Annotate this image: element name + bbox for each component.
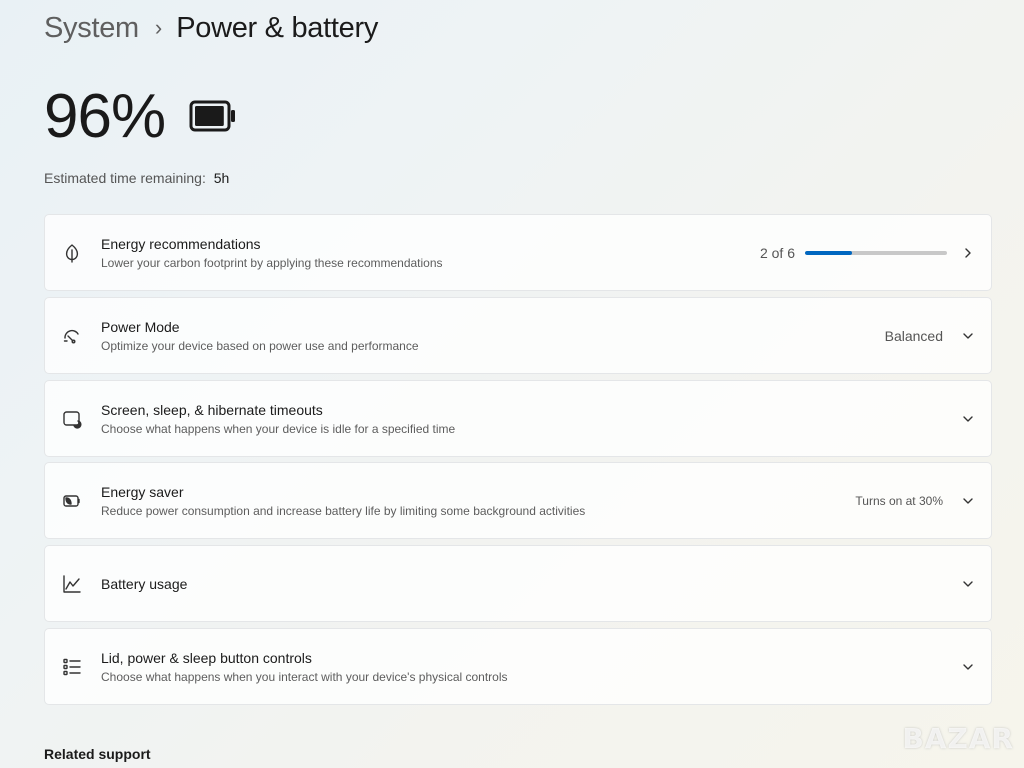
watermark-logo: BAZAR <box>902 722 1014 755</box>
breadcrumb-system-link[interactable]: System <box>44 12 139 45</box>
energy-recommendations-card[interactable]: Energy recommendations Lower your carbon… <box>44 214 992 291</box>
screen-sleep-card[interactable]: Screen, sleep, & hibernate timeouts Choo… <box>44 380 992 457</box>
time-remaining-label: Estimated time remaining: <box>44 170 206 186</box>
chevron-right-icon[interactable] <box>961 246 975 260</box>
breadcrumb-separator: › <box>154 15 163 40</box>
chevron-down-icon[interactable] <box>961 329 975 343</box>
lid-power-controls-card[interactable]: Lid, power & sleep button controls Choos… <box>44 628 992 705</box>
battery-percentage: 96% <box>44 81 166 151</box>
card-title: Energy recommendations <box>101 235 261 252</box>
breadcrumb: System › Power & battery <box>44 8 378 48</box>
energy-saver-icon <box>61 490 83 512</box>
page-title: Power & battery <box>176 11 379 44</box>
chevron-down-icon[interactable] <box>961 660 975 674</box>
gauge-icon <box>61 325 83 347</box>
chevron-down-icon[interactable] <box>961 577 975 591</box>
power-mode-value[interactable]: Balanced <box>885 328 943 344</box>
card-subtitle: Optimize your device based on power use … <box>101 338 419 353</box>
power-mode-card[interactable]: Power Mode Optimize your device based on… <box>44 297 992 374</box>
card-title: Power Mode <box>101 318 180 335</box>
card-title: Screen, sleep, & hibernate timeouts <box>101 401 323 418</box>
battery-full-icon <box>189 99 237 138</box>
battery-usage-card[interactable]: Battery usage <box>44 545 992 622</box>
list-settings-icon <box>61 656 83 678</box>
screen-sleep-icon <box>61 408 83 430</box>
leaf-icon <box>61 242 83 264</box>
card-subtitle: Reduce power consumption and increase ba… <box>101 503 586 518</box>
time-remaining-value: 5h <box>213 170 230 186</box>
recommendations-count: 2 of 6 <box>759 244 795 261</box>
battery-summary: 96% <box>44 80 237 152</box>
energy-saver-card[interactable]: Energy saver Reduce power consumption an… <box>44 462 992 539</box>
chevron-down-icon[interactable] <box>961 494 975 508</box>
card-title: Battery usage <box>101 575 188 592</box>
recommendations-progress-bar <box>805 250 947 255</box>
energy-saver-threshold: Turns on at 30% <box>855 493 943 508</box>
chevron-down-icon[interactable] <box>961 412 975 426</box>
line-chart-icon <box>61 573 83 595</box>
card-subtitle: Choose what happens when you interact wi… <box>101 669 508 684</box>
card-subtitle: Choose what happens when your device is … <box>101 421 456 436</box>
card-subtitle: Lower your carbon footprint by applying … <box>101 255 443 270</box>
related-support-heading: Related support <box>44 746 151 762</box>
recommendations-progress-fill <box>805 250 853 255</box>
card-title: Energy saver <box>101 483 184 500</box>
estimated-time-remaining: Estimated time remaining: 5h <box>44 170 229 186</box>
card-title: Lid, power & sleep button controls <box>101 649 312 666</box>
